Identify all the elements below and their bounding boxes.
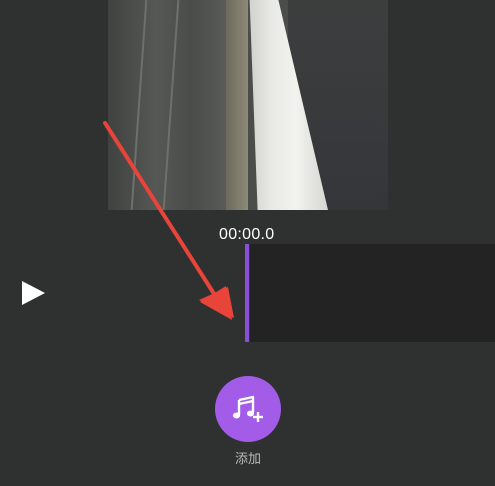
video-preview	[0, 0, 495, 210]
timeline-playhead[interactable]	[245, 244, 249, 342]
music-add-icon	[232, 395, 263, 422]
video-frame	[108, 0, 388, 210]
curb-edge	[226, 0, 248, 210]
play-button[interactable]	[18, 278, 48, 308]
timecode-readout: 00:00.0	[219, 226, 275, 243]
add-music-button[interactable]	[215, 376, 281, 442]
timeline-track[interactable]	[250, 244, 495, 342]
play-icon	[22, 281, 45, 305]
add-music-label: 添加	[234, 451, 261, 466]
sidewalk-area	[108, 0, 228, 210]
